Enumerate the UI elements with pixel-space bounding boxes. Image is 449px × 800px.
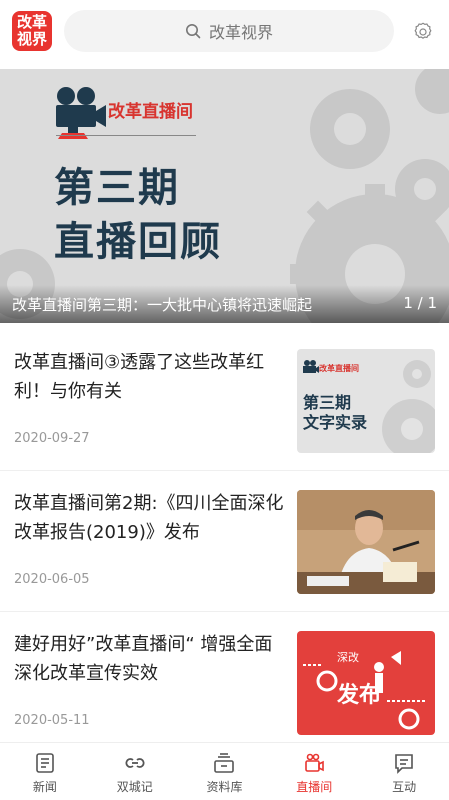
banner-title-line2: 直播回顾 xyxy=(54,219,222,265)
banner-pager: 1 / 1 xyxy=(403,294,437,312)
list-item[interactable]: 建好用好”改革直播间“ 增强全面深化改革宣传实效 2020-05-11 深改 发… xyxy=(0,612,449,753)
banner-title-line1: 第三期 xyxy=(54,165,180,211)
nav-item-news[interactable]: 新闻 xyxy=(0,743,90,800)
nav-item-live-room[interactable]: 直播间 xyxy=(269,743,359,800)
nav-item-archive[interactable]: 资料库 xyxy=(180,743,270,800)
article-date: 2020-05-11 xyxy=(14,713,90,728)
list-item[interactable]: 改革直播间③透露了这些改革红利！与你有关 2020-09-27 改革直播间 第三… xyxy=(0,330,449,471)
article-thumbnail xyxy=(297,490,435,594)
banner-caption: 改革直播间第三期：一大批中心镇将迅速崛起 xyxy=(12,296,313,314)
nav-item-interaction[interactable]: 互动 xyxy=(359,743,449,800)
app-logo[interactable]: 改革 视界 xyxy=(12,11,52,51)
news-icon xyxy=(36,753,54,773)
banner-carousel[interactable]: 改革直播间 第三期 直播回顾 改革直播间第三期：一大批中心镇将迅速崛起 1 / … xyxy=(0,69,449,323)
nav-label: 新闻 xyxy=(32,780,57,794)
article-thumbnail: 改革直播间 第三期 文字实录 xyxy=(297,349,435,453)
logo-line1: 改革 xyxy=(16,13,47,31)
thumbnail-line1: 深改 xyxy=(337,651,359,664)
article-title: 建好用好”改革直播间“ 增强全面深化改革宣传实效 xyxy=(14,634,273,684)
nav-label: 资料库 xyxy=(206,780,243,794)
settings-icon[interactable] xyxy=(412,21,434,43)
article-title: 改革直播间第2期:《四川全面深化改革报告(2019)》发布 xyxy=(14,493,284,543)
nav-item-twin-cities[interactable]: 双城记 xyxy=(90,743,180,800)
search-bar[interactable]: 改革视界 xyxy=(64,10,394,52)
banner-caption-bar: 改革直播间第三期：一大批中心镇将迅速崛起 1 / 1 xyxy=(0,285,449,323)
thumbnail-line2: 文字实录 xyxy=(303,413,368,432)
nav-label: 双城记 xyxy=(116,780,153,794)
article-date: 2020-06-05 xyxy=(14,572,90,587)
message-icon xyxy=(395,754,413,774)
video-camera-icon xyxy=(305,753,325,772)
article-list: 改革直播间③透露了这些改革红利！与你有关 2020-09-27 改革直播间 第三… xyxy=(0,330,449,753)
archive-icon xyxy=(214,753,235,773)
app-header: 改革 视界 改革视界 xyxy=(0,0,449,68)
nav-label: 直播间 xyxy=(296,780,333,794)
banner-divider xyxy=(56,135,196,136)
search-placeholder: 改革视界 xyxy=(208,23,273,42)
logo-line2: 视界 xyxy=(16,30,47,48)
nav-label: 互动 xyxy=(392,780,417,794)
list-item[interactable]: 改革直播间第2期:《四川全面深化改革报告(2019)》发布 2020-06-05 xyxy=(0,471,449,612)
search-icon xyxy=(185,24,201,39)
link-icon xyxy=(125,758,145,768)
bottom-nav: 新闻 双城记 资料库 直播间 互动 xyxy=(0,742,449,800)
banner-tag: 改革直播间 xyxy=(108,102,193,122)
speaker-photo xyxy=(297,490,435,594)
thumbnail-tag: 改革直播间 xyxy=(319,364,359,373)
article-title: 改革直播间③透露了这些改革红利！与你有关 xyxy=(14,352,265,402)
article-date: 2020-09-27 xyxy=(14,431,90,446)
article-thumbnail: 深改 发布 xyxy=(297,631,435,735)
thumbnail-line2: 发布 xyxy=(337,683,382,708)
